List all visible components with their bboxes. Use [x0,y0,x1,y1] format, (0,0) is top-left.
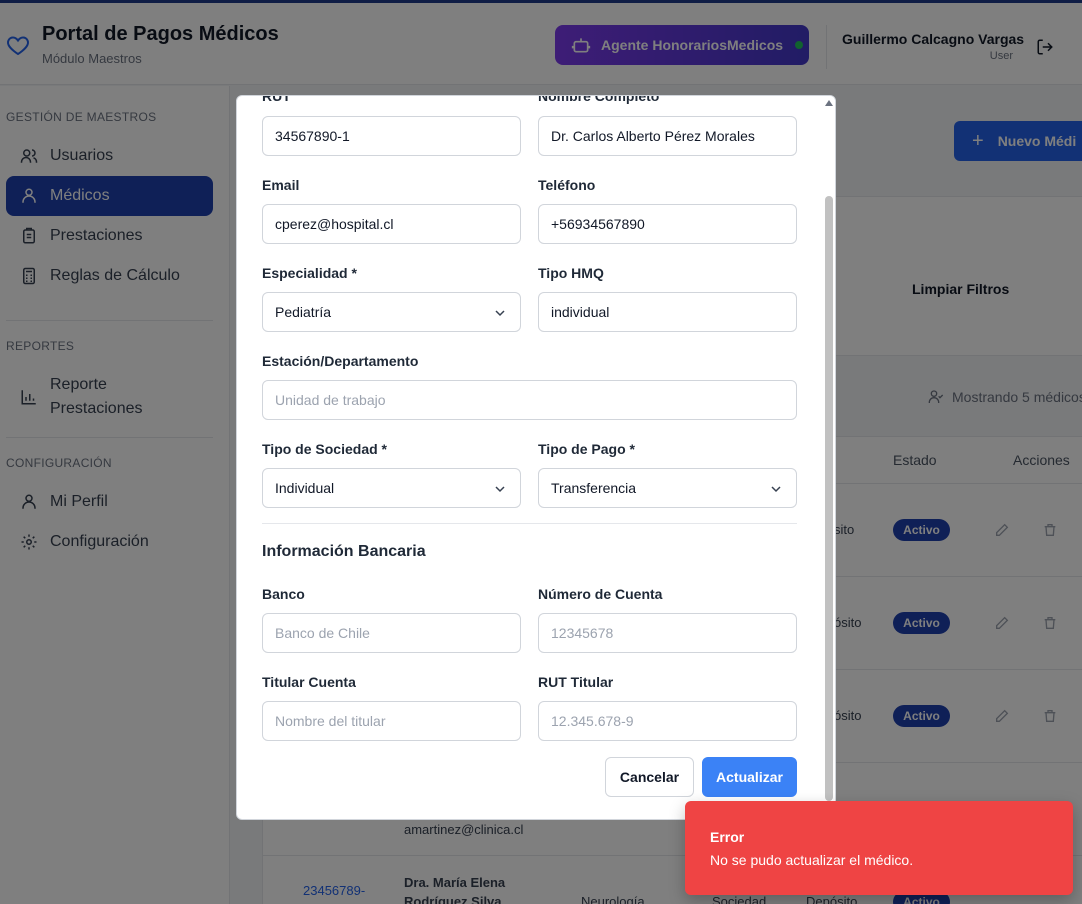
rut-input[interactable]: 34567890-1 [262,116,521,156]
email-field[interactable]: cperez@hospital.cl [262,204,521,244]
chevron-down-icon [495,310,505,317]
nombre-input[interactable]: Dr. Carlos Alberto Pérez Morales [538,116,797,156]
chevron-down-icon [495,486,505,493]
scrollbar-thumb[interactable] [825,196,833,801]
cancel-button[interactable]: Cancelar [605,757,694,797]
especialidad-value: Pediatría [275,304,332,320]
titular-input[interactable]: Nombre del titular [262,701,521,741]
chevron-down-icon [771,486,781,493]
update-button[interactable]: Actualizar [702,757,797,797]
titular-label: Titular Cuenta [262,674,356,690]
numero-cuenta-input[interactable]: 12345678 [538,613,797,653]
tipo-pago-value: Transferencia [551,480,637,496]
toast-message: No se pudo actualizar el médico. [710,852,914,868]
tipo-hmq-label: Tipo HMQ [538,265,604,281]
bank-section-title: Información Bancaria [262,543,426,560]
especialidad-select[interactable]: Pediatría [262,292,521,332]
edit-doctor-modal: RUT Nombre Completo 34567890-1 Dr. Carlo… [236,95,836,820]
banco-label: Banco [262,586,305,602]
tipo-sociedad-value: Individual [275,480,335,496]
error-toast: Error No se pudo actualizar el médico. [685,801,1073,895]
scroll-up-arrow-icon[interactable] [825,100,833,106]
estacion-input[interactable]: Unidad de trabajo [262,380,797,420]
tipo-sociedad-select[interactable]: Individual [262,468,521,508]
tipo-pago-label: Tipo de Pago * [538,441,635,457]
email-label: Email [262,177,300,193]
rut-label: RUT [262,95,291,104]
telefono-label: Teléfono [538,177,596,193]
numero-cuenta-label: Número de Cuenta [538,586,663,602]
estacion-label: Estación/Departamento [262,353,419,369]
especialidad-label: Especialidad * [262,265,357,281]
tipo-pago-select[interactable]: Transferencia [538,468,797,508]
tipo-hmq-input[interactable]: individual [538,292,797,332]
tipo-sociedad-label: Tipo de Sociedad * [262,441,387,457]
toast-title: Error [710,829,745,845]
banco-input[interactable]: Banco de Chile [262,613,521,653]
modal-scrollbar[interactable] [822,96,835,819]
nombre-label: Nombre Completo [538,95,660,104]
telefono-field[interactable]: +56934567890 [538,204,797,244]
rut-titular-input[interactable]: 12.345.678-9 [538,701,797,741]
section-divider [262,523,797,524]
rut-titular-label: RUT Titular [538,674,614,690]
